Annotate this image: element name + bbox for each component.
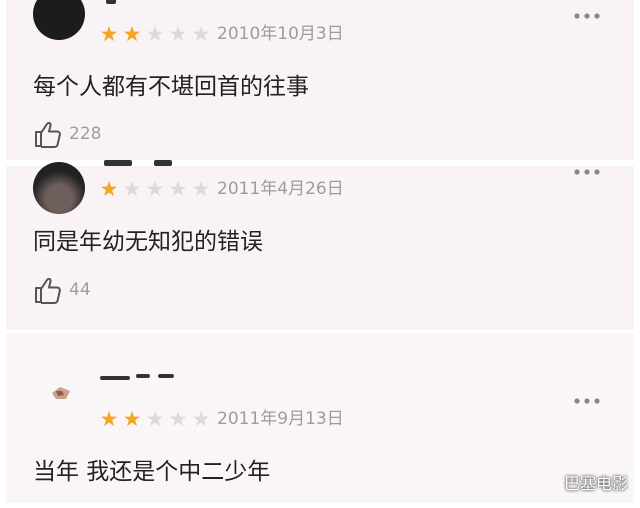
star-icon: ★ bbox=[191, 407, 211, 431]
star-icon: ★ bbox=[145, 407, 165, 431]
review-card: ★ ★ ★ ★ ★ 2011年9月13日 当年 我还是个中二少年 bbox=[6, 333, 634, 503]
review-date: 2010年10月3日 bbox=[217, 24, 344, 44]
star-icon: ★ bbox=[191, 177, 211, 201]
star-icon: ★ bbox=[145, 177, 165, 201]
more-dots-icon[interactable] bbox=[574, 13, 600, 19]
watermark: 巴塞电影 bbox=[563, 474, 628, 493]
username-clipped bbox=[100, 376, 130, 380]
review-card: ★ ★ ★ ★ ★ 2011年4月26日 同是年幼无知犯的错误 44 bbox=[6, 160, 634, 330]
username-clipped bbox=[104, 160, 132, 166]
star-icon: ★ bbox=[191, 22, 211, 46]
thumbs-up-icon bbox=[35, 121, 61, 148]
username-clipped bbox=[106, 0, 116, 4]
star-rating: ★ ★ ★ ★ ★ bbox=[98, 408, 212, 430]
star-icon: ★ bbox=[122, 22, 142, 46]
star-icon: ★ bbox=[168, 22, 188, 46]
star-icon: ★ bbox=[99, 407, 119, 431]
more-dots-icon[interactable] bbox=[574, 398, 600, 404]
star-icon: ★ bbox=[122, 177, 142, 201]
star-icon: ★ bbox=[122, 407, 142, 431]
more-dots-icon[interactable] bbox=[574, 169, 600, 175]
review-date: 2011年4月26日 bbox=[217, 179, 344, 199]
star-icon: ★ bbox=[168, 177, 188, 201]
avatar[interactable] bbox=[50, 385, 72, 401]
like-count: 228 bbox=[69, 124, 102, 144]
review-text: 每个人都有不堪回首的往事 bbox=[33, 74, 309, 100]
like-count: 44 bbox=[69, 280, 91, 300]
thumbs-up-icon bbox=[35, 277, 61, 304]
star-icon: ★ bbox=[99, 177, 119, 201]
like-button[interactable]: 44 bbox=[33, 275, 91, 305]
star-rating: ★ ★ ★ ★ ★ bbox=[98, 178, 212, 200]
avatar[interactable] bbox=[33, 0, 85, 40]
review-date: 2011年9月13日 bbox=[217, 409, 344, 429]
review-text: 同是年幼无知犯的错误 bbox=[33, 229, 263, 255]
avatar[interactable] bbox=[33, 162, 85, 214]
star-rating: ★ ★ ★ ★ ★ bbox=[98, 23, 212, 45]
star-icon: ★ bbox=[99, 22, 119, 46]
review-text: 当年 我还是个中二少年 bbox=[33, 459, 271, 485]
username-clipped bbox=[158, 374, 174, 378]
review-card: ★ ★ ★ ★ ★ 2010年10月3日 每个人都有不堪回首的往事 228 bbox=[6, 0, 634, 160]
username-clipped bbox=[154, 160, 172, 166]
like-button[interactable]: 228 bbox=[33, 119, 101, 149]
star-icon: ★ bbox=[168, 407, 188, 431]
username-clipped bbox=[136, 374, 150, 378]
star-icon: ★ bbox=[145, 22, 165, 46]
